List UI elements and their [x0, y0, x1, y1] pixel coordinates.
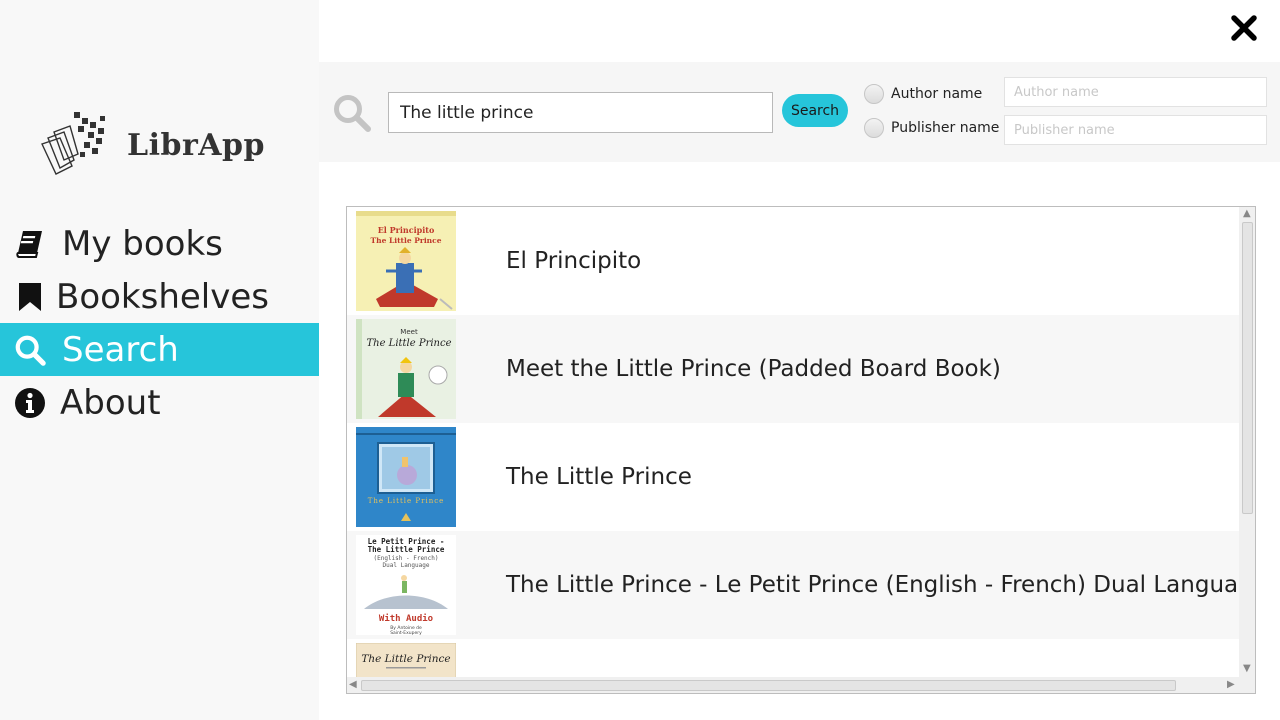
results-list: El Principito The Little Prince El Princ… — [346, 206, 1256, 694]
sidebar: LibrApp My books Bookshelves Search Abou… — [0, 0, 319, 720]
svg-text:(English - French): (English - French) — [373, 555, 438, 562]
close-button[interactable] — [1226, 10, 1262, 46]
bookmark-icon — [14, 281, 46, 313]
publisher-radio[interactable] — [864, 118, 884, 138]
svg-text:With Audio: With Audio — [379, 613, 433, 624]
publisher-name-field[interactable] — [1004, 115, 1267, 145]
book-icon — [14, 228, 46, 260]
vertical-scrollbar[interactable]: ▲ ▼ — [1239, 207, 1255, 677]
search-icon — [334, 95, 371, 132]
search-icon — [14, 334, 46, 366]
nav-label: My books — [62, 223, 223, 264]
search-input[interactable] — [388, 92, 773, 133]
svg-text:The Little Prince: The Little Prince — [361, 653, 450, 665]
svg-text:Dual Language: Dual Language — [383, 562, 430, 569]
book-title: The Little Prince - Le Petit Prince (Eng… — [506, 572, 1239, 598]
author-radio-label: Author name — [891, 86, 983, 102]
book-cover: The Little Prince — [356, 643, 456, 677]
svg-text:El Principito: El Principito — [378, 225, 435, 235]
result-row[interactable]: Meet The Little Prince Meet the Little P… — [347, 315, 1239, 423]
book-cover: El Principito The Little Prince — [356, 211, 456, 311]
nav-label: About — [60, 382, 161, 423]
nav-label: Bookshelves — [56, 276, 269, 317]
result-row[interactable]: The Little Prince — [347, 639, 1239, 677]
vertical-scroll-thumb[interactable] — [1242, 222, 1253, 514]
svg-text:The Little Prince: The Little Prince — [371, 236, 442, 245]
book-title: Meet the Little Prince (Padded Board Boo… — [506, 356, 1001, 382]
logo-icon — [41, 112, 105, 175]
info-icon — [14, 387, 46, 419]
main-nav: My books Bookshelves Search About — [0, 217, 319, 429]
nav-item-search[interactable]: Search — [0, 323, 319, 376]
publisher-radio-label: Publisher name — [891, 120, 1000, 136]
scroll-left-arrow[interactable]: ◀ — [349, 679, 357, 691]
svg-text:The Little Prince: The Little Prince — [366, 338, 451, 349]
author-radio[interactable] — [864, 84, 884, 104]
svg-text:The Little Prince: The Little Prince — [368, 545, 445, 554]
app-logo: LibrApp — [38, 108, 268, 180]
search-button[interactable]: Search — [782, 94, 848, 127]
horizontal-scroll-thumb[interactable] — [361, 680, 1176, 691]
publisher-filter-option[interactable]: Publisher name — [864, 118, 999, 138]
search-bar: Search Author name Publisher name — [319, 62, 1280, 162]
nav-label: Search — [62, 329, 179, 370]
nav-item-about[interactable]: About — [0, 376, 319, 429]
svg-text:Meet: Meet — [400, 328, 418, 336]
scroll-right-arrow[interactable]: ▶ — [1227, 679, 1235, 691]
book-title: El Principito — [506, 248, 642, 274]
svg-text:Saint-Exupery: Saint-Exupery — [390, 630, 422, 635]
result-row[interactable]: El Principito The Little Prince El Princ… — [347, 207, 1239, 315]
book-title: The Little Prince — [506, 464, 692, 490]
close-icon — [1231, 15, 1257, 41]
scroll-down-arrow[interactable]: ▼ — [1243, 663, 1251, 675]
scrollbar-corner — [1239, 677, 1255, 693]
svg-text:The Little Prince: The Little Prince — [368, 497, 445, 505]
book-cover: The Little Prince — [356, 427, 456, 527]
app-name: LibrApp — [127, 128, 266, 163]
author-name-field[interactable] — [1004, 77, 1267, 107]
result-row[interactable]: Le Petit Prince - The Little Prince (Eng… — [347, 531, 1239, 639]
horizontal-scrollbar[interactable]: ◀ ▶ — [347, 677, 1239, 693]
result-row[interactable]: The Little Prince The Little Prince — [347, 423, 1239, 531]
nav-item-bookshelves[interactable]: Bookshelves — [0, 270, 319, 323]
scroll-up-arrow[interactable]: ▲ — [1243, 208, 1251, 220]
book-cover: Le Petit Prince - The Little Prince (Eng… — [356, 535, 456, 635]
book-cover: Meet The Little Prince — [356, 319, 456, 419]
nav-item-my-books[interactable]: My books — [0, 217, 319, 270]
author-filter-option[interactable]: Author name — [864, 84, 982, 104]
